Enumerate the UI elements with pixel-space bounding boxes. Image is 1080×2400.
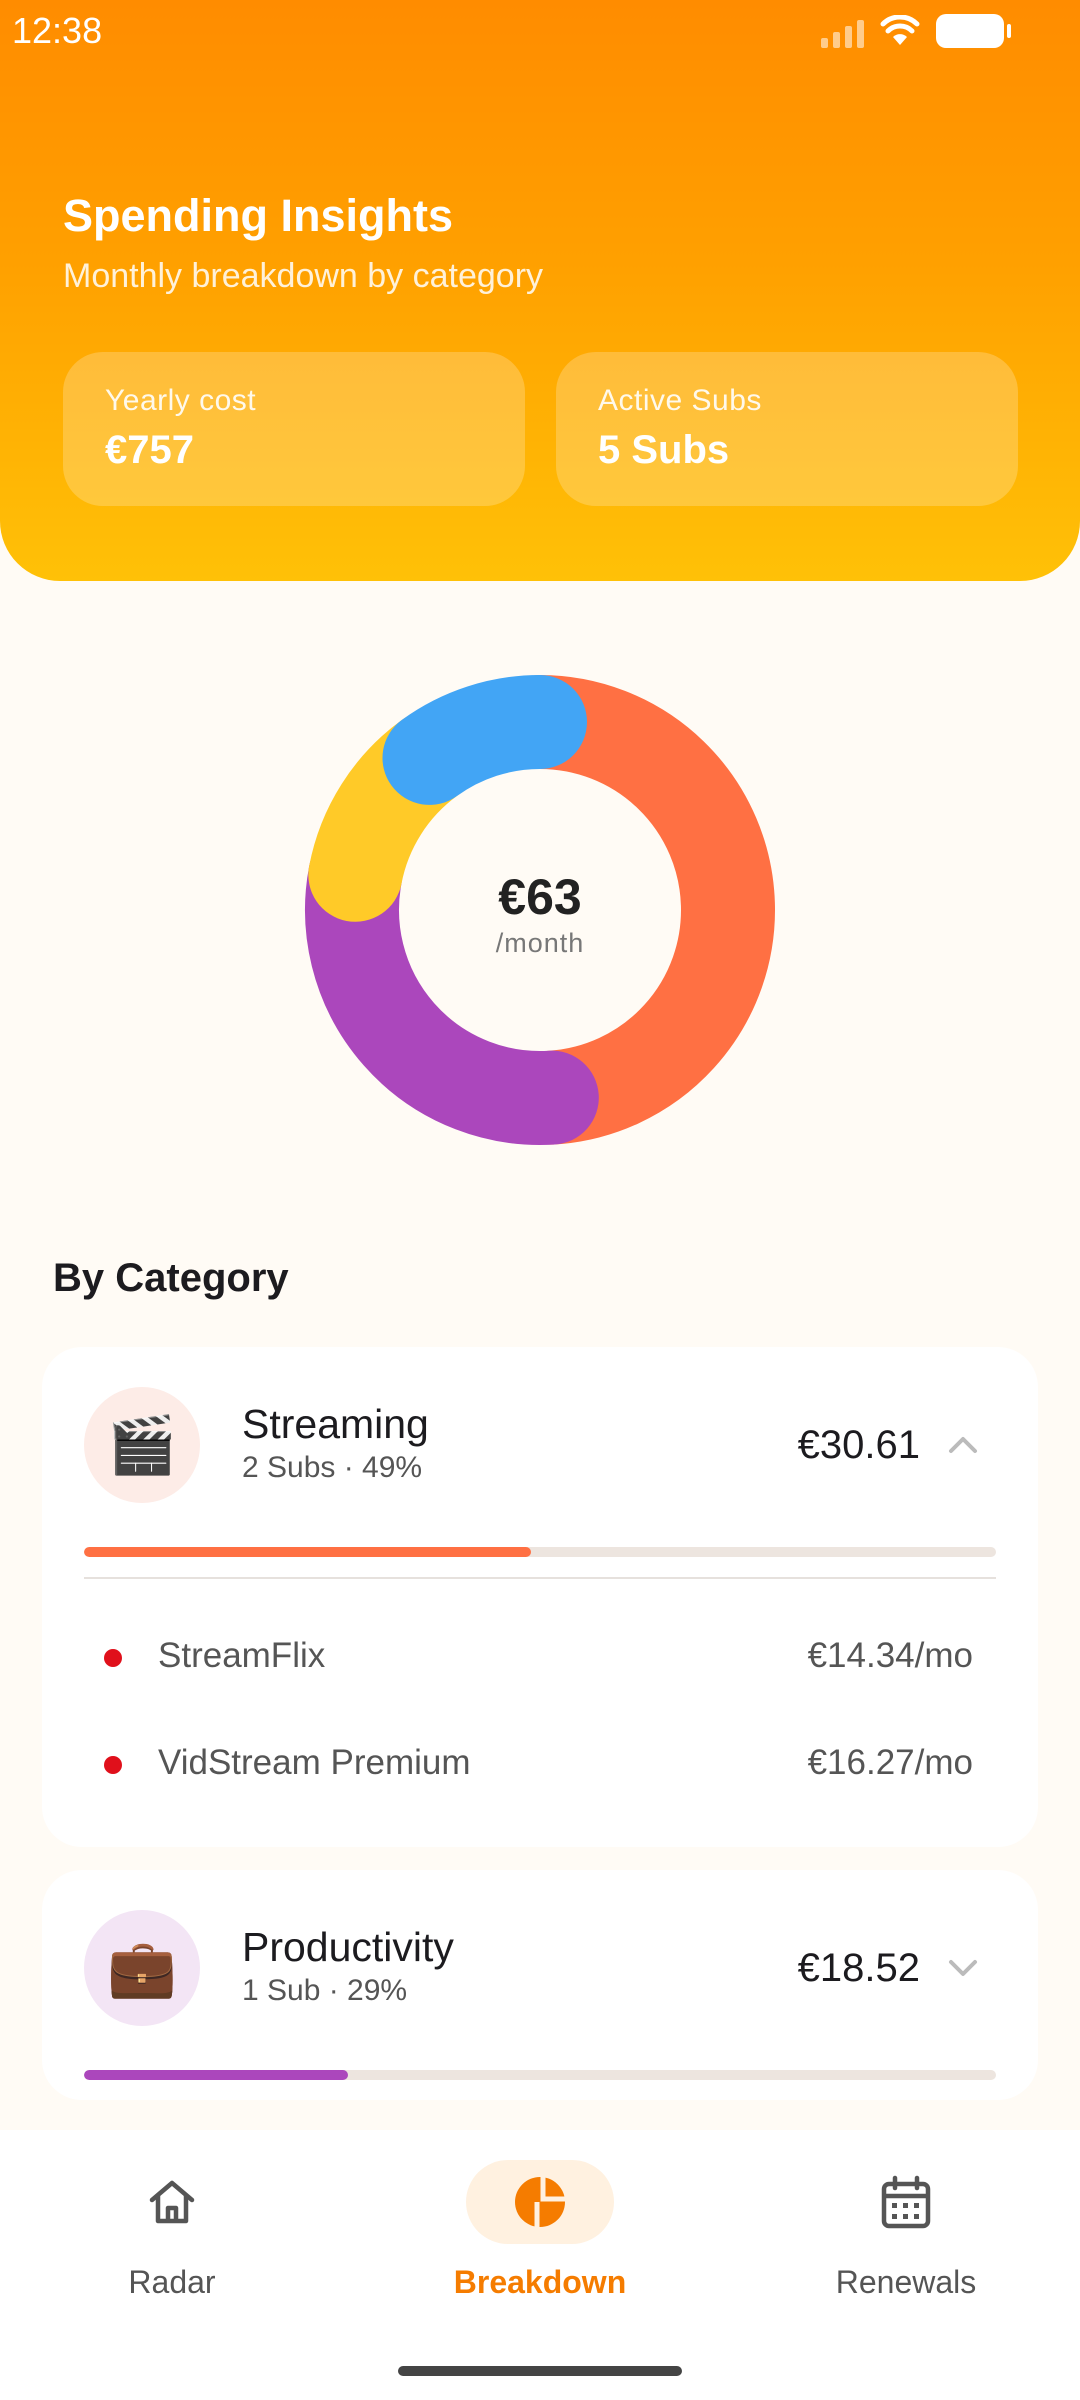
pie-chart-icon [515,2177,565,2227]
chevron-up-icon[interactable] [943,1425,983,1465]
sub-name: VidStream Premium [158,1743,471,1782]
status-time: 12:38 [12,10,103,51]
nav-item-breakdown[interactable]: Breakdown [440,2160,640,2310]
page-subtitle: Monthly breakdown by category [63,257,544,295]
category-meta: 2 Subs · 49% [242,1451,423,1484]
category-progress [84,1547,996,1557]
home-icon [149,2180,195,2224]
donut-segment [382,675,587,805]
category-progress-fill [84,2070,349,2080]
yearly-cost-card: Yearly cost €757 [63,352,525,506]
home-indicator [398,2366,682,2376]
divider [84,1577,996,1579]
nav-label: Radar [128,2264,216,2300]
status-bar: 12:38 [0,0,1080,64]
status-icons [821,14,1011,48]
header: 12:38 Spending Insights Monthly breakdow… [0,0,1080,581]
sub-name: StreamFlix [158,1636,326,1675]
signal-icon [821,14,864,48]
category-card-streaming[interactable]: 🎬 Streaming 2 Subs · 49% €30.61 StreamFl… [42,1347,1038,1847]
category-name: Productivity [242,1924,454,1970]
list-item[interactable]: StreamFlix €14.34/mo [42,1622,1038,1692]
chevron-down-icon[interactable] [943,1948,983,1988]
sub-price: €14.34/mo [807,1636,973,1675]
category-amount: €30.61 [797,1423,920,1467]
nav-label: Breakdown [453,2264,627,2300]
clapperboard-icon: 🎬 [84,1387,200,1503]
stat-label: Active Subs [598,384,762,417]
page-title: Spending Insights [63,190,453,241]
sub-price: €16.27/mo [807,1743,973,1782]
list-item[interactable]: VidStream Premium €16.27/mo [42,1729,1038,1799]
nav-label: Renewals [835,2264,977,2300]
category-name: Streaming [242,1401,429,1447]
category-amount: €18.52 [797,1946,920,1990]
briefcase-icon: 💼 [84,1910,200,2026]
active-subs-card: Active Subs 5 Subs [556,352,1018,506]
status-dot [104,1649,122,1667]
nav-item-renewals[interactable]: Renewals [806,2160,1006,2310]
status-dot [104,1756,122,1774]
category-progress [84,2070,996,2080]
donut-center-value: €63 [498,869,582,925]
donut-center-sub: /month [495,928,585,958]
screen: 12:38 Spending Insights Monthly breakdow… [0,0,1080,2400]
stat-value: €757 [105,428,194,472]
stat-value: 5 Subs [598,428,730,472]
bottom-nav: Radar Breakdown Renewals [0,2130,1080,2400]
category-meta: 1 Sub · 29% [242,1974,408,2007]
stat-label: Yearly cost [105,384,257,417]
battery-icon [936,14,1011,48]
category-card-productivity[interactable]: 💼 Productivity 1 Sub · 29% €18.52 [42,1870,1038,2100]
section-title: By Category [53,1256,289,1300]
calendar-icon [881,2175,931,2229]
category-progress-fill [84,1547,531,1557]
nav-item-radar[interactable]: Radar [72,2160,272,2310]
wifi-icon [880,15,920,45]
